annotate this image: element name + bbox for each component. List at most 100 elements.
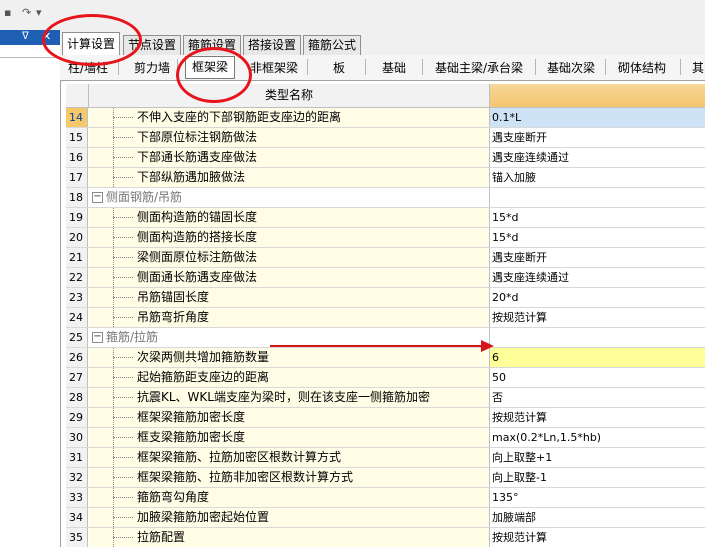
pin-icon[interactable]: ᐁ xyxy=(22,31,29,42)
table-row[interactable]: 31 框架梁箍筋、拉筋加密区根数计算方式 向上取整+1 xyxy=(66,448,705,468)
row-value-cell[interactable]: 20*d xyxy=(490,288,705,307)
left-panel-header: ᐁ ✕ xyxy=(0,30,60,45)
tree-line xyxy=(113,397,133,398)
row-name: 框架梁箍筋、拉筋加密区根数计算方式 xyxy=(137,450,342,464)
left-panel: ᐁ ✕ xyxy=(0,30,61,547)
row-value-cell[interactable]: 6 xyxy=(490,348,705,367)
table-row[interactable]: 17 下部纵筋遇加腋做法 锚入加腋 xyxy=(66,168,705,188)
row-number: 28 xyxy=(66,388,88,407)
tree-line xyxy=(113,477,133,478)
row-value-cell[interactable]: 按规范计算 xyxy=(490,528,705,547)
row-value-cell[interactable]: 0.1*L xyxy=(490,108,705,127)
table-row[interactable]: 23 吊筋锚固长度 20*d xyxy=(66,288,705,308)
table-row[interactable]: 35 拉筋配置 按规范计算 xyxy=(66,528,705,547)
divider xyxy=(365,59,366,75)
row-value-cell[interactable]: 加腋端部 xyxy=(490,508,705,527)
row-number: 21 xyxy=(66,248,88,267)
tab-label: 节点设置 xyxy=(128,38,177,52)
subtab-foundation[interactable]: 基础 xyxy=(382,59,406,76)
row-value-cell[interactable]: 遇支座断开 xyxy=(490,248,705,267)
dropdown-arrow-icon[interactable]: ▪ xyxy=(4,6,11,19)
row-number: 15 xyxy=(66,128,88,147)
row-value-cell[interactable]: max(0.2*Ln,1.5*hb) xyxy=(490,428,705,447)
row-name-cell: 抗震KL、WKL端支座为梁时，则在该支座一侧箍筋加密 xyxy=(89,388,490,407)
row-name-cell: 框支梁箍筋加密长度 xyxy=(89,428,490,447)
tab-stirrup-settings[interactable]: 箍筋设置 xyxy=(183,35,242,55)
row-value-cell[interactable]: 50 xyxy=(490,368,705,387)
divider xyxy=(177,59,178,75)
row-value-cell[interactable]: 向上取整-1 xyxy=(490,468,705,487)
table-row[interactable]: 32 框架梁箍筋、拉筋非加密区根数计算方式 向上取整-1 xyxy=(66,468,705,488)
grid-header: 类型名称 xyxy=(66,84,705,108)
table-row[interactable]: 29 框架梁箍筋加密长度 按规范计算 xyxy=(66,408,705,428)
tab-label: 箍筋设置 xyxy=(188,38,237,52)
subtab-column-wallcolumn[interactable]: 柱/墙柱 xyxy=(68,59,108,76)
table-row[interactable]: 26 次梁两侧共增加箍筋数量 6 xyxy=(66,348,705,368)
row-value-cell[interactable]: 按规范计算 xyxy=(490,408,705,427)
group-row[interactable]: 18− 侧面钢筋/吊筋 xyxy=(66,188,705,208)
tab-calc-settings[interactable]: 计算设置 xyxy=(62,32,121,56)
row-number: 23 xyxy=(66,288,88,307)
table-row[interactable]: 24 吊筋弯折角度 按规范计算 xyxy=(66,308,705,328)
divider xyxy=(680,59,681,75)
row-name-cell: 侧面通长筋遇支座做法 xyxy=(89,268,490,287)
row-name: 次梁两侧共增加箍筋数量 xyxy=(137,350,270,364)
tree-line xyxy=(113,117,133,118)
row-value-cell[interactable]: 锚入加腋 xyxy=(490,168,705,187)
table-row[interactable]: 22 侧面通长筋遇支座做法 遇支座连续通过 xyxy=(66,268,705,288)
row-name: 框架梁箍筋加密长度 xyxy=(137,410,246,424)
row-value-cell[interactable]: 135° xyxy=(490,488,705,507)
subtab-nonframe-beam[interactable]: 非框架梁 xyxy=(250,59,298,76)
row-value-cell[interactable]: 遇支座连续通过 xyxy=(490,268,705,287)
tab-lap-settings[interactable]: 搭接设置 xyxy=(243,35,302,55)
row-value-cell[interactable] xyxy=(490,188,705,207)
row-value-cell[interactable]: 15*d xyxy=(490,228,705,247)
tab-node-settings[interactable]: 节点设置 xyxy=(123,35,182,55)
row-name-cell: 侧面构造筋的搭接长度 xyxy=(89,228,490,247)
tree-line xyxy=(113,437,133,438)
row-number: 31 xyxy=(66,448,88,467)
subtab-foundation-main-beam[interactable]: 基础主梁/承台梁 xyxy=(435,59,523,76)
table-row[interactable]: 15 下部原位标注钢筋做法 遇支座断开 xyxy=(66,128,705,148)
row-value-cell[interactable]: 向上取整+1 xyxy=(490,448,705,467)
row-value-cell[interactable]: 否 xyxy=(490,388,705,407)
row-value-cell[interactable]: 遇支座断开 xyxy=(490,128,705,147)
subtab-other[interactable]: 其 xyxy=(692,59,704,76)
row-number: 25 xyxy=(66,328,88,347)
close-icon[interactable]: ✕ xyxy=(42,30,51,43)
row-name-cell: 框架梁箍筋、拉筋非加密区根数计算方式 xyxy=(89,468,490,487)
component-tab-bar: 柱/墙柱 剪力墙 框架梁 非框架梁 板 基础 基础主梁/承台梁 基础次梁 砌体结… xyxy=(60,55,705,81)
row-value-cell[interactable]: 遇支座连续通过 xyxy=(490,148,705,167)
row-name-cell: − 侧面钢筋/吊筋 xyxy=(89,188,490,207)
table-row[interactable]: 27 起始箍筋距支座边的距离 50 xyxy=(66,368,705,388)
row-name: 下部原位标注钢筋做法 xyxy=(137,130,258,144)
subtab-frame-beam[interactable]: 框架梁 xyxy=(185,56,236,79)
table-row[interactable]: 20 侧面构造筋的搭接长度 15*d xyxy=(66,228,705,248)
row-value-cell[interactable] xyxy=(490,328,705,347)
table-row[interactable]: 33 箍筋弯勾角度 135° xyxy=(66,488,705,508)
table-row[interactable]: 19 侧面构造筋的锚固长度 15*d xyxy=(66,208,705,228)
row-name: 拉筋配置 xyxy=(137,530,186,544)
table-row[interactable]: 28 抗震KL、WKL端支座为梁时，则在该支座一侧箍筋加密 否 xyxy=(66,388,705,408)
row-name: 梁侧面原位标注筋做法 xyxy=(137,250,258,264)
row-value-cell[interactable]: 按规范计算 xyxy=(490,308,705,327)
row-name: 吊筋弯折角度 xyxy=(137,310,210,324)
table-row[interactable]: 14 不伸入支座的下部钢筋距支座边的距离 0.1*L xyxy=(66,108,705,128)
subtab-shear-wall[interactable]: 剪力墙 xyxy=(134,59,170,76)
table-row[interactable]: 16 下部通长筋遇支座做法 遇支座连续通过 xyxy=(66,148,705,168)
row-value-cell[interactable]: 15*d xyxy=(490,208,705,227)
collapse-icon[interactable]: − xyxy=(92,192,103,203)
row-name-cell: 下部原位标注钢筋做法 xyxy=(89,128,490,147)
table-row[interactable]: 30 框支梁箍筋加密长度 max(0.2*Ln,1.5*hb) xyxy=(66,428,705,448)
subtab-slab[interactable]: 板 xyxy=(333,59,345,76)
redo-icon[interactable]: ↷ xyxy=(22,6,31,19)
toolbar-dropdown-icon[interactable]: ▾ xyxy=(36,6,42,19)
table-row[interactable]: 34 加腋梁箍筋加密起始位置 加腋端部 xyxy=(66,508,705,528)
row-name-cell: 不伸入支座的下部钢筋距支座边的距离 xyxy=(89,108,490,127)
table-row[interactable]: 21 梁侧面原位标注筋做法 遇支座断开 xyxy=(66,248,705,268)
tab-stirrup-formula[interactable]: 箍筋公式 xyxy=(303,35,362,55)
subtab-foundation-secondary-beam[interactable]: 基础次梁 xyxy=(547,59,595,76)
subtab-masonry[interactable]: 砌体结构 xyxy=(618,59,666,76)
row-number: 30 xyxy=(66,428,88,447)
collapse-icon[interactable]: − xyxy=(92,332,103,343)
